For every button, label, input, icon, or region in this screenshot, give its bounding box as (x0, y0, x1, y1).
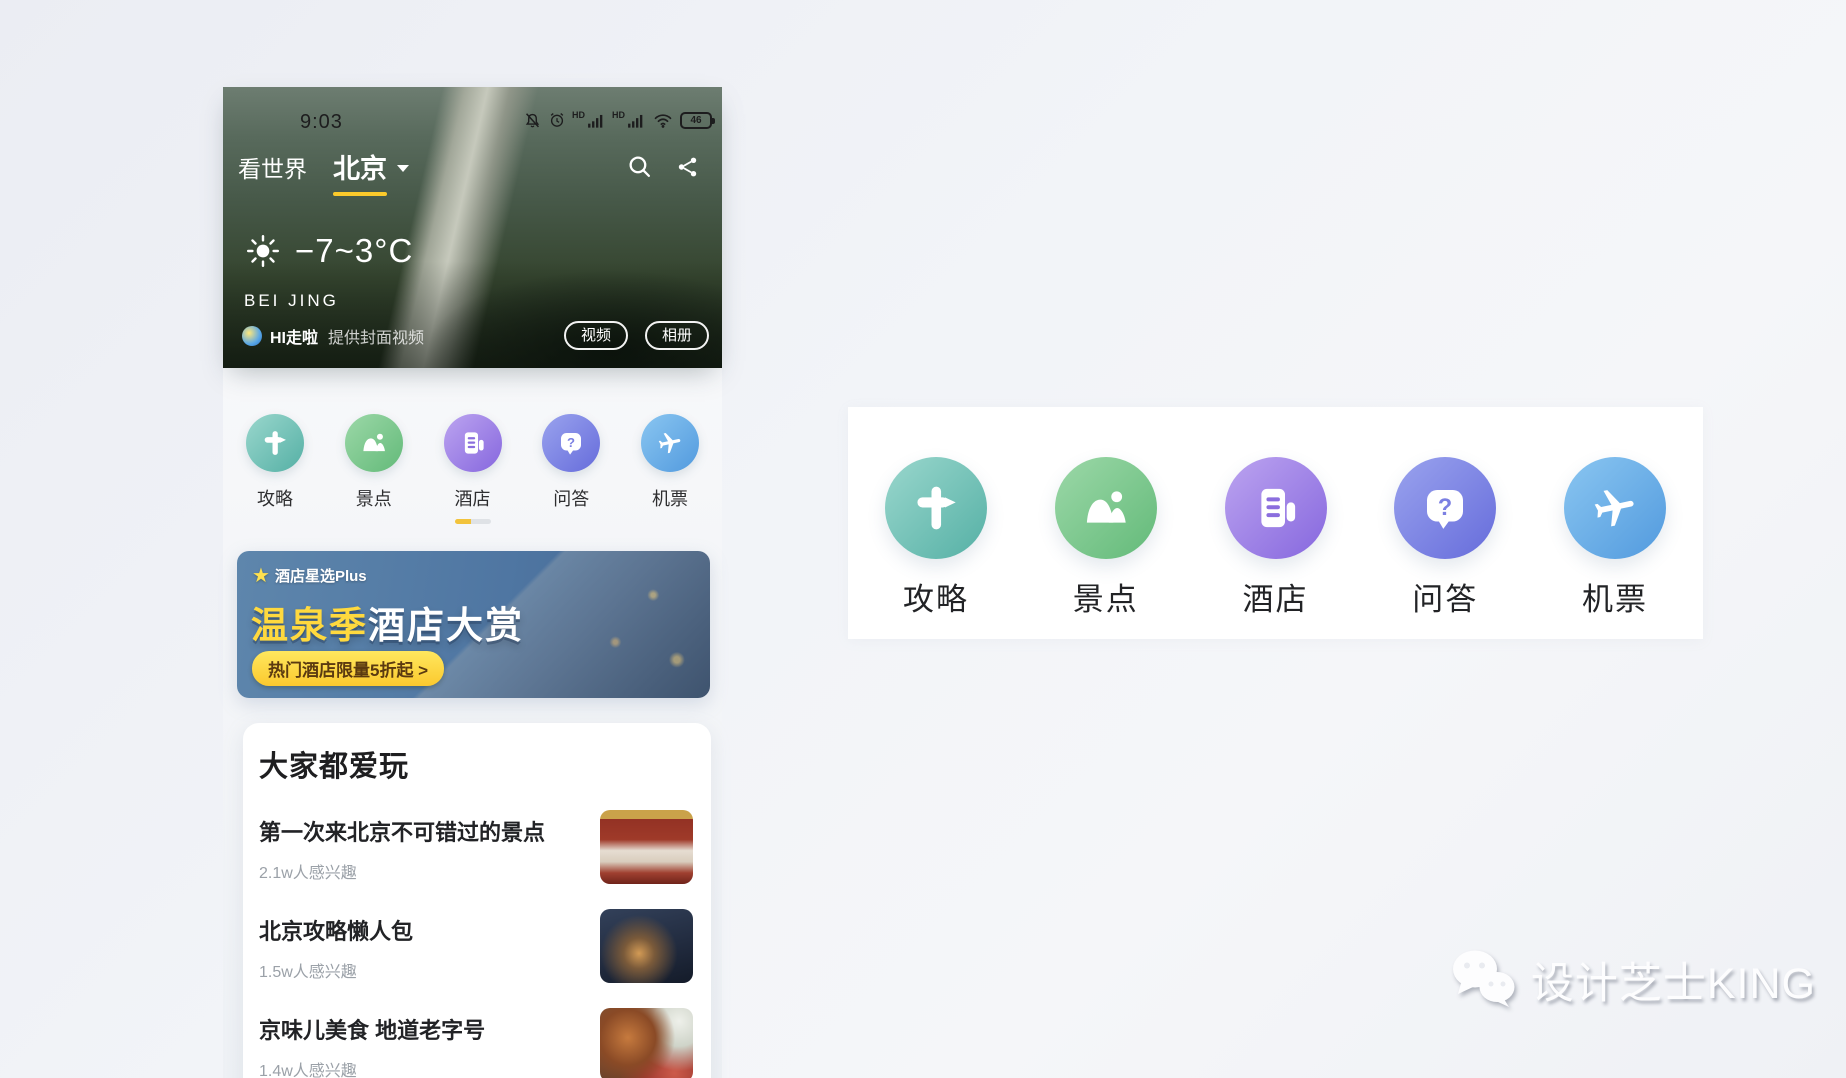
list-item-thumbnail (600, 909, 693, 983)
promo-banner[interactable]: ★ 酒店星选Plus 温泉季酒店大赏 热门酒店限量5折起 > (237, 551, 710, 698)
hero-cover: 9:03 HD (223, 87, 722, 368)
banner-title-rest: 酒店大赏 (368, 605, 524, 646)
panel-label: 攻略 (903, 574, 969, 619)
album-button[interactable]: 相册 (645, 321, 709, 350)
hotel-building-icon (1249, 481, 1303, 535)
cover-credit-row: HI走啦 提供封面视频 视频 相册 (242, 321, 709, 350)
credit-text: 提供封面视频 (328, 324, 424, 348)
quick-nav-row: 攻略 景点 (223, 414, 722, 511)
wifi-icon (652, 110, 674, 130)
nav-label: 攻略 (257, 485, 293, 511)
design-showcase-page: 9:03 HD (0, 0, 1846, 1078)
list-item-meta: 1.4w人感兴趣 (259, 1057, 588, 1078)
wechat-logo-icon (1449, 948, 1521, 1012)
share-icon[interactable] (676, 155, 700, 179)
list-item-meta: 2.1w人感兴趣 (259, 859, 588, 883)
chevron-down-icon[interactable] (397, 165, 409, 172)
signal-hd-icon-2: HD (612, 111, 646, 130)
list-item-thumbnail (600, 810, 693, 884)
list-item[interactable]: 第一次来北京不可错过的景点 2.1w人感兴趣 (259, 810, 693, 884)
popular-card: 大家都爱玩 第一次来北京不可错过的景点 2.1w人感兴趣 北京攻略懒人包 1.5… (243, 723, 711, 1078)
list-item[interactable]: 京味儿美食 地道老字号 1.4w人感兴趣 (259, 1008, 693, 1078)
panel-label: 酒店 (1243, 574, 1309, 619)
banner-title-highlight: 温泉季 (251, 605, 368, 646)
watermark: 设计芝士KING (1449, 948, 1816, 1012)
list-item-meta: 1.5w人感兴趣 (259, 958, 588, 982)
nav-label: 景点 (356, 485, 392, 511)
carousel-pagination (223, 519, 722, 524)
svg-text:?: ? (1438, 495, 1452, 521)
nav-item-guide[interactable]: 攻略 (245, 414, 305, 511)
banner-title: 温泉季酒店大赏 (251, 595, 524, 649)
weather-widget: −7~3°C (245, 232, 413, 270)
icon-detail-panel: 攻略 景点 酒店 (848, 407, 1703, 639)
panel-item-qa[interactable]: ? 问答 (1390, 457, 1500, 639)
hotel-building-icon (458, 428, 488, 458)
mute-icon (523, 111, 542, 130)
question-bubble-icon: ? (1418, 481, 1472, 535)
panel-item-flight[interactable]: 机票 (1560, 457, 1670, 639)
list-item-title: 京味儿美食 地道老字号 (259, 1013, 588, 1045)
svg-text:?: ? (567, 435, 575, 450)
status-icons: HD HD (523, 110, 712, 130)
sun-icon (245, 233, 281, 269)
question-bubble-icon: ? (556, 428, 586, 458)
signpost-icon (909, 481, 963, 535)
watermark-text: 设计芝士KING (1531, 949, 1816, 1011)
avatar[interactable] (242, 326, 262, 346)
panel-item-scenic[interactable]: 景点 (1051, 457, 1161, 639)
alarm-icon (548, 111, 566, 129)
airplane-icon (655, 428, 685, 458)
battery-level: 46 (690, 115, 701, 126)
banner-cta-button[interactable]: 热门酒店限量5折起 > (252, 651, 444, 686)
status-time: 9:03 (300, 111, 343, 134)
panel-label: 问答 (1412, 574, 1478, 619)
nav-label: 问答 (553, 485, 589, 511)
signal-hd-icon: HD (572, 111, 606, 130)
nav-item-scenic[interactable]: 景点 (344, 414, 404, 511)
pagination-track (471, 519, 491, 524)
video-button[interactable]: 视频 (564, 321, 628, 350)
panel-item-guide[interactable]: 攻略 (881, 457, 991, 639)
list-item[interactable]: 北京攻略懒人包 1.5w人感兴趣 (259, 909, 693, 983)
status-bar: 9:03 HD (223, 109, 722, 129)
nav-item-qa[interactable]: ? 问答 (541, 414, 601, 511)
signpost-icon (260, 428, 290, 458)
panel-label: 机票 (1582, 574, 1648, 619)
panel-item-hotel[interactable]: 酒店 (1221, 457, 1331, 639)
active-tab-underline (333, 192, 387, 197)
battery-icon: 46 (680, 112, 712, 129)
list-item-title: 第一次来北京不可错过的景点 (259, 815, 588, 847)
credit-author[interactable]: HI走啦 (270, 324, 318, 348)
section-title: 大家都爱玩 (259, 743, 693, 785)
nav-label: 机票 (652, 485, 688, 511)
phone-screenshot: 9:03 HD (223, 87, 722, 1078)
nav-item-flight[interactable]: 机票 (640, 414, 700, 511)
search-icon[interactable] (627, 154, 652, 179)
hero-header: 看世界 北京 (238, 147, 700, 186)
list-item-title: 北京攻略懒人包 (259, 914, 588, 946)
pagination-active-bar (455, 519, 471, 524)
banner-brand: ★ 酒店星选Plus (252, 565, 367, 586)
tab-see-world[interactable]: 看世界 (238, 150, 307, 184)
city-english-name: BEI JING (244, 291, 339, 311)
airplane-icon (1588, 481, 1642, 535)
temperature-text: −7~3°C (295, 232, 413, 270)
list-item-thumbnail (600, 1008, 693, 1078)
star-icon: ★ (252, 566, 270, 586)
panel-label: 景点 (1073, 574, 1139, 619)
mountain-icon (359, 428, 389, 458)
tab-city-beijing[interactable]: 北京 (333, 147, 387, 186)
nav-label: 酒店 (455, 485, 491, 511)
mountain-icon (1079, 481, 1133, 535)
nav-item-hotel[interactable]: 酒店 (443, 414, 503, 511)
